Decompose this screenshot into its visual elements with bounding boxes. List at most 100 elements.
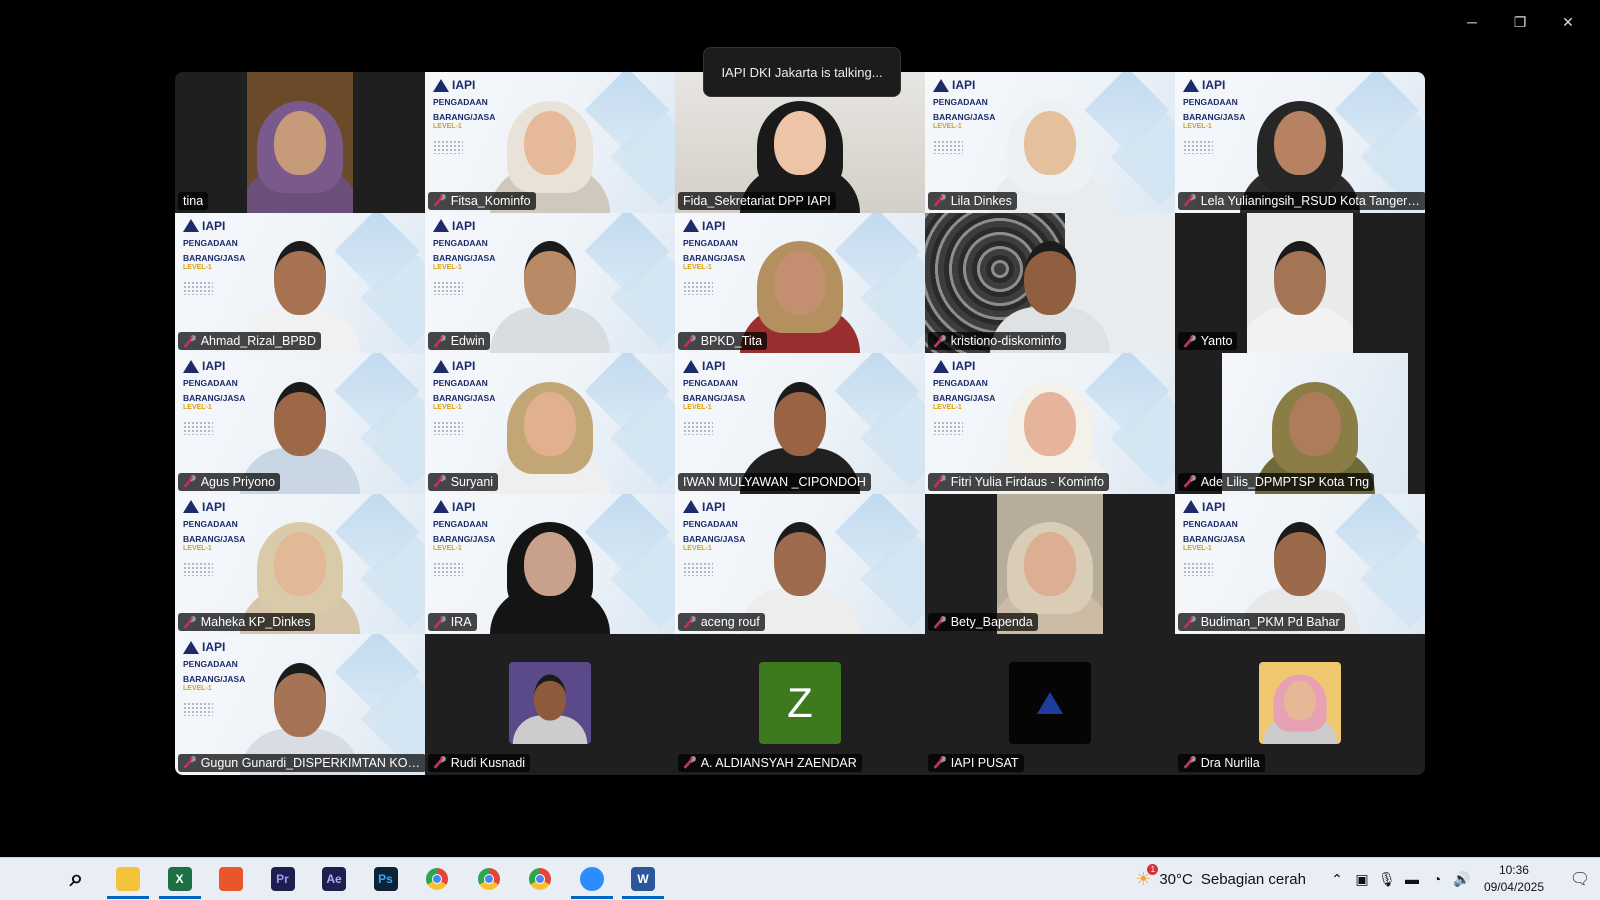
participant-tile[interactable]: 🎤 Rudi Kusnadi [425, 634, 675, 775]
iapi-logo-text: IAPI [952, 78, 976, 92]
zoom-taskbar-button[interactable] [570, 858, 613, 900]
participant-name: Fida_Sekretariat DPP IAPI [683, 193, 831, 208]
video-frame [1247, 212, 1353, 354]
weather-temp: 30°C [1159, 870, 1193, 888]
minimize-button[interactable]: ─ [1448, 8, 1496, 36]
participant-tile[interactable]: IAPI PENGADAAN BARANG/JASA LEVEL-1 🎤 aceng ro… [675, 493, 925, 635]
meet-now-icon[interactable]: ▣ [1351, 868, 1373, 890]
restore-button[interactable]: ❐ [1496, 8, 1544, 36]
word-taskbar-button[interactable]: W [622, 858, 664, 900]
participant-name: Bety_Bapenda [950, 615, 1033, 630]
chrome-profile-w-taskbar-button[interactable] [468, 858, 510, 900]
excel-taskbar-button[interactable]: X [158, 858, 201, 900]
iapi-logo-icon [183, 500, 199, 514]
participant-tile[interactable]: IAPI PENGADAAN BARANG/JASA LEVEL-1 🎤 Agus Pri… [175, 353, 425, 494]
participant-name: aceng rouf [700, 615, 760, 630]
avatar [1009, 662, 1091, 745]
iapi-logo: IAPI [933, 359, 995, 373]
mic-muted-icon: 🎤 [933, 195, 947, 208]
participant-tile[interactable]: IAPI PENGADAAN BARANG/JASA LEVEL-1 🎤 Suryani [425, 353, 675, 494]
slide-dots-pattern [433, 561, 463, 576]
slide-dots-pattern [933, 140, 963, 154]
chrome-taskbar-button[interactable] [416, 858, 458, 900]
clock-time: 10:36 [1498, 863, 1529, 877]
iapi-logo-text: IAPI [702, 218, 726, 233]
participant-tile[interactable]: 🎤 Yanto [1175, 212, 1425, 354]
participant-tile[interactable]: IAPI PENGADAAN BARANG/JASA LEVEL-1 🎤 Budiman_… [1175, 493, 1425, 635]
iapi-logo-text: IAPI [452, 218, 476, 233]
participant-tile[interactable]: 🎤 kristiono-diskominfo [925, 212, 1175, 354]
photoshop-taskbar-button[interactable]: Ps [365, 858, 407, 900]
participant-face [774, 251, 826, 316]
iapi-logo: IAPI [1183, 78, 1245, 92]
slide-dots-pattern [183, 421, 213, 436]
participant-name-tag: 🎤 Bety_Bapenda [928, 613, 1038, 632]
participant-name-tag: 🎤 Dra Nurlila [1178, 753, 1265, 772]
close-button[interactable]: ✕ [1544, 8, 1592, 36]
chrome-profile-i-icon [529, 868, 551, 890]
participant-tile[interactable]: 🎤 Bety_Bapenda [925, 493, 1175, 635]
participant-tile[interactable]: IAPI PENGADAAN BARANG/JASA LEVEL-1 🎤 IRA [425, 493, 675, 635]
powerpoint-taskbar-button[interactable] [210, 858, 252, 900]
participant-name-tag: 🎤 Agus Priyono [178, 472, 281, 491]
mic-muted-icon: 🎤 [683, 335, 697, 348]
windows-start-taskbar-button[interactable] [4, 858, 46, 900]
participant-tile[interactable]: IAPI PENGADAAN BARANG/JASA LEVEL-1 🎤 Fitri Yu… [925, 353, 1175, 494]
participant-face [1024, 241, 1076, 316]
participant-tile[interactable]: 🎤 Dra Nurlila [1175, 634, 1425, 775]
participant-tile[interactable]: 🎤 IAPI PUSAT [925, 634, 1175, 775]
mic-muted-icon: 🎤 [433, 476, 447, 489]
clock[interactable]: 10:36 09/04/2025 [1484, 862, 1544, 896]
participant-face [774, 110, 826, 175]
participant-tile[interactable]: IAPI PENGADAAN BARANG/JASA LEVEL-1 🎤 Fitsa_Ko… [425, 72, 675, 213]
mic-muted-icon: 🎤 [933, 335, 947, 348]
slide-dots-pattern [683, 280, 713, 295]
avatar-letter: Z [787, 679, 813, 727]
iapi-logo-icon [433, 219, 449, 233]
participant-name-tag: 🎤 Edwin [428, 332, 490, 351]
participant-tile[interactable]: IAPI PENGADAAN BARANG/JASA LEVEL-1 🎤 BPKD_Tit… [675, 212, 925, 354]
chevron-up-icon[interactable]: ⌃ [1326, 868, 1348, 890]
battery-icon[interactable]: ▬ [1401, 868, 1423, 890]
windows-taskbar: ⌕ X Pr Ae Ps W ☀ 1 30°C Sebagian cerah ⌃ ▣ 🎙 … [0, 857, 1600, 900]
chrome-profile-i-taskbar-button[interactable] [519, 858, 561, 900]
participant-tile[interactable]: IAPI PENGADAAN BARANG/JASA LEVEL-1 🎤 Lila Din… [925, 72, 1175, 213]
mic-muted-icon: 🎤 [1183, 616, 1197, 629]
microphone-icon[interactable]: 🎙 [1376, 868, 1398, 890]
participant-tile[interactable]: IAPI PENGADAAN BARANG/JASA LEVEL-1 🎤 Lela Yul… [1175, 72, 1425, 213]
file-explorer-icon [116, 867, 140, 891]
iapi-logo-icon [183, 219, 199, 233]
search-taskbar-button[interactable]: ⌕ [56, 858, 98, 900]
participant-tile[interactable]: IAPI PENGADAAN BARANG/JASA LEVEL-1 IWAN MULY… [675, 353, 925, 494]
participant-tile[interactable]: IAPI PENGADAAN BARANG/JASA LEVEL-1 🎤 Gugun Gu… [175, 634, 425, 775]
participant-name-tag: 🎤 Lela Yulianingsih_RSUD Kota Tangerang [1178, 191, 1425, 210]
participant-tile[interactable]: Z 🎤 A. ALDIANSYAH ZAENDAR [675, 634, 925, 775]
notification-center-icon[interactable]: 🗨 [1560, 869, 1600, 889]
participant-name-tag: 🎤 A. ALDIANSYAH ZAENDAR [678, 753, 862, 772]
iapi-logo-text: IAPI [452, 359, 476, 374]
weather-widget[interactable]: ☀ 1 30°C Sebagian cerah [1135, 863, 1306, 890]
premiere-pro-taskbar-button[interactable]: Pr [262, 858, 304, 900]
participant-tile[interactable]: IAPI PENGADAAN BARANG/JASA LEVEL-1 🎤 Ahmad_Ri… [175, 212, 425, 354]
iapi-logo: IAPI [183, 500, 245, 514]
after-effects-taskbar-button[interactable]: Ae [313, 858, 355, 900]
participant-name: A. ALDIANSYAH ZAENDAR [700, 755, 857, 770]
participant-face [274, 110, 326, 175]
participant-name: IRA [450, 615, 472, 630]
participant-name-tag: 🎤 Ahmad_Rizal_BPBD [178, 332, 322, 351]
participant-tile[interactable]: IAPI PENGADAAN BARANG/JASA LEVEL-1 🎤 Edwin [425, 212, 675, 354]
participant-name: Agus Priyono [200, 474, 276, 489]
search-icon: ⌕ [69, 865, 84, 892]
participant-name-tag: IWAN MULYAWAN _CIPONDOH [678, 472, 871, 491]
file-explorer-taskbar-button[interactable] [107, 858, 149, 900]
iapi-logo-text: IAPI [1202, 499, 1226, 514]
participant-tile[interactable]: IAPI PENGADAAN BARANG/JASA LEVEL-1 🎤 Maheka K… [175, 493, 425, 635]
slide-dots-pattern [183, 561, 213, 576]
volume-icon[interactable]: 🔊 [1451, 868, 1473, 890]
wifi-icon[interactable]: ◔ [1426, 868, 1448, 890]
participant-tile[interactable]: tina [175, 72, 425, 213]
participant-name-tag: 🎤 kristiono-diskominfo [928, 332, 1067, 351]
participant-name: Budiman_PKM Pd Bahar [1200, 615, 1340, 630]
participant-face [774, 522, 826, 597]
participant-tile[interactable]: 🎤 Ade Lilis_DPMPTSP Kota Tng [1175, 353, 1425, 494]
